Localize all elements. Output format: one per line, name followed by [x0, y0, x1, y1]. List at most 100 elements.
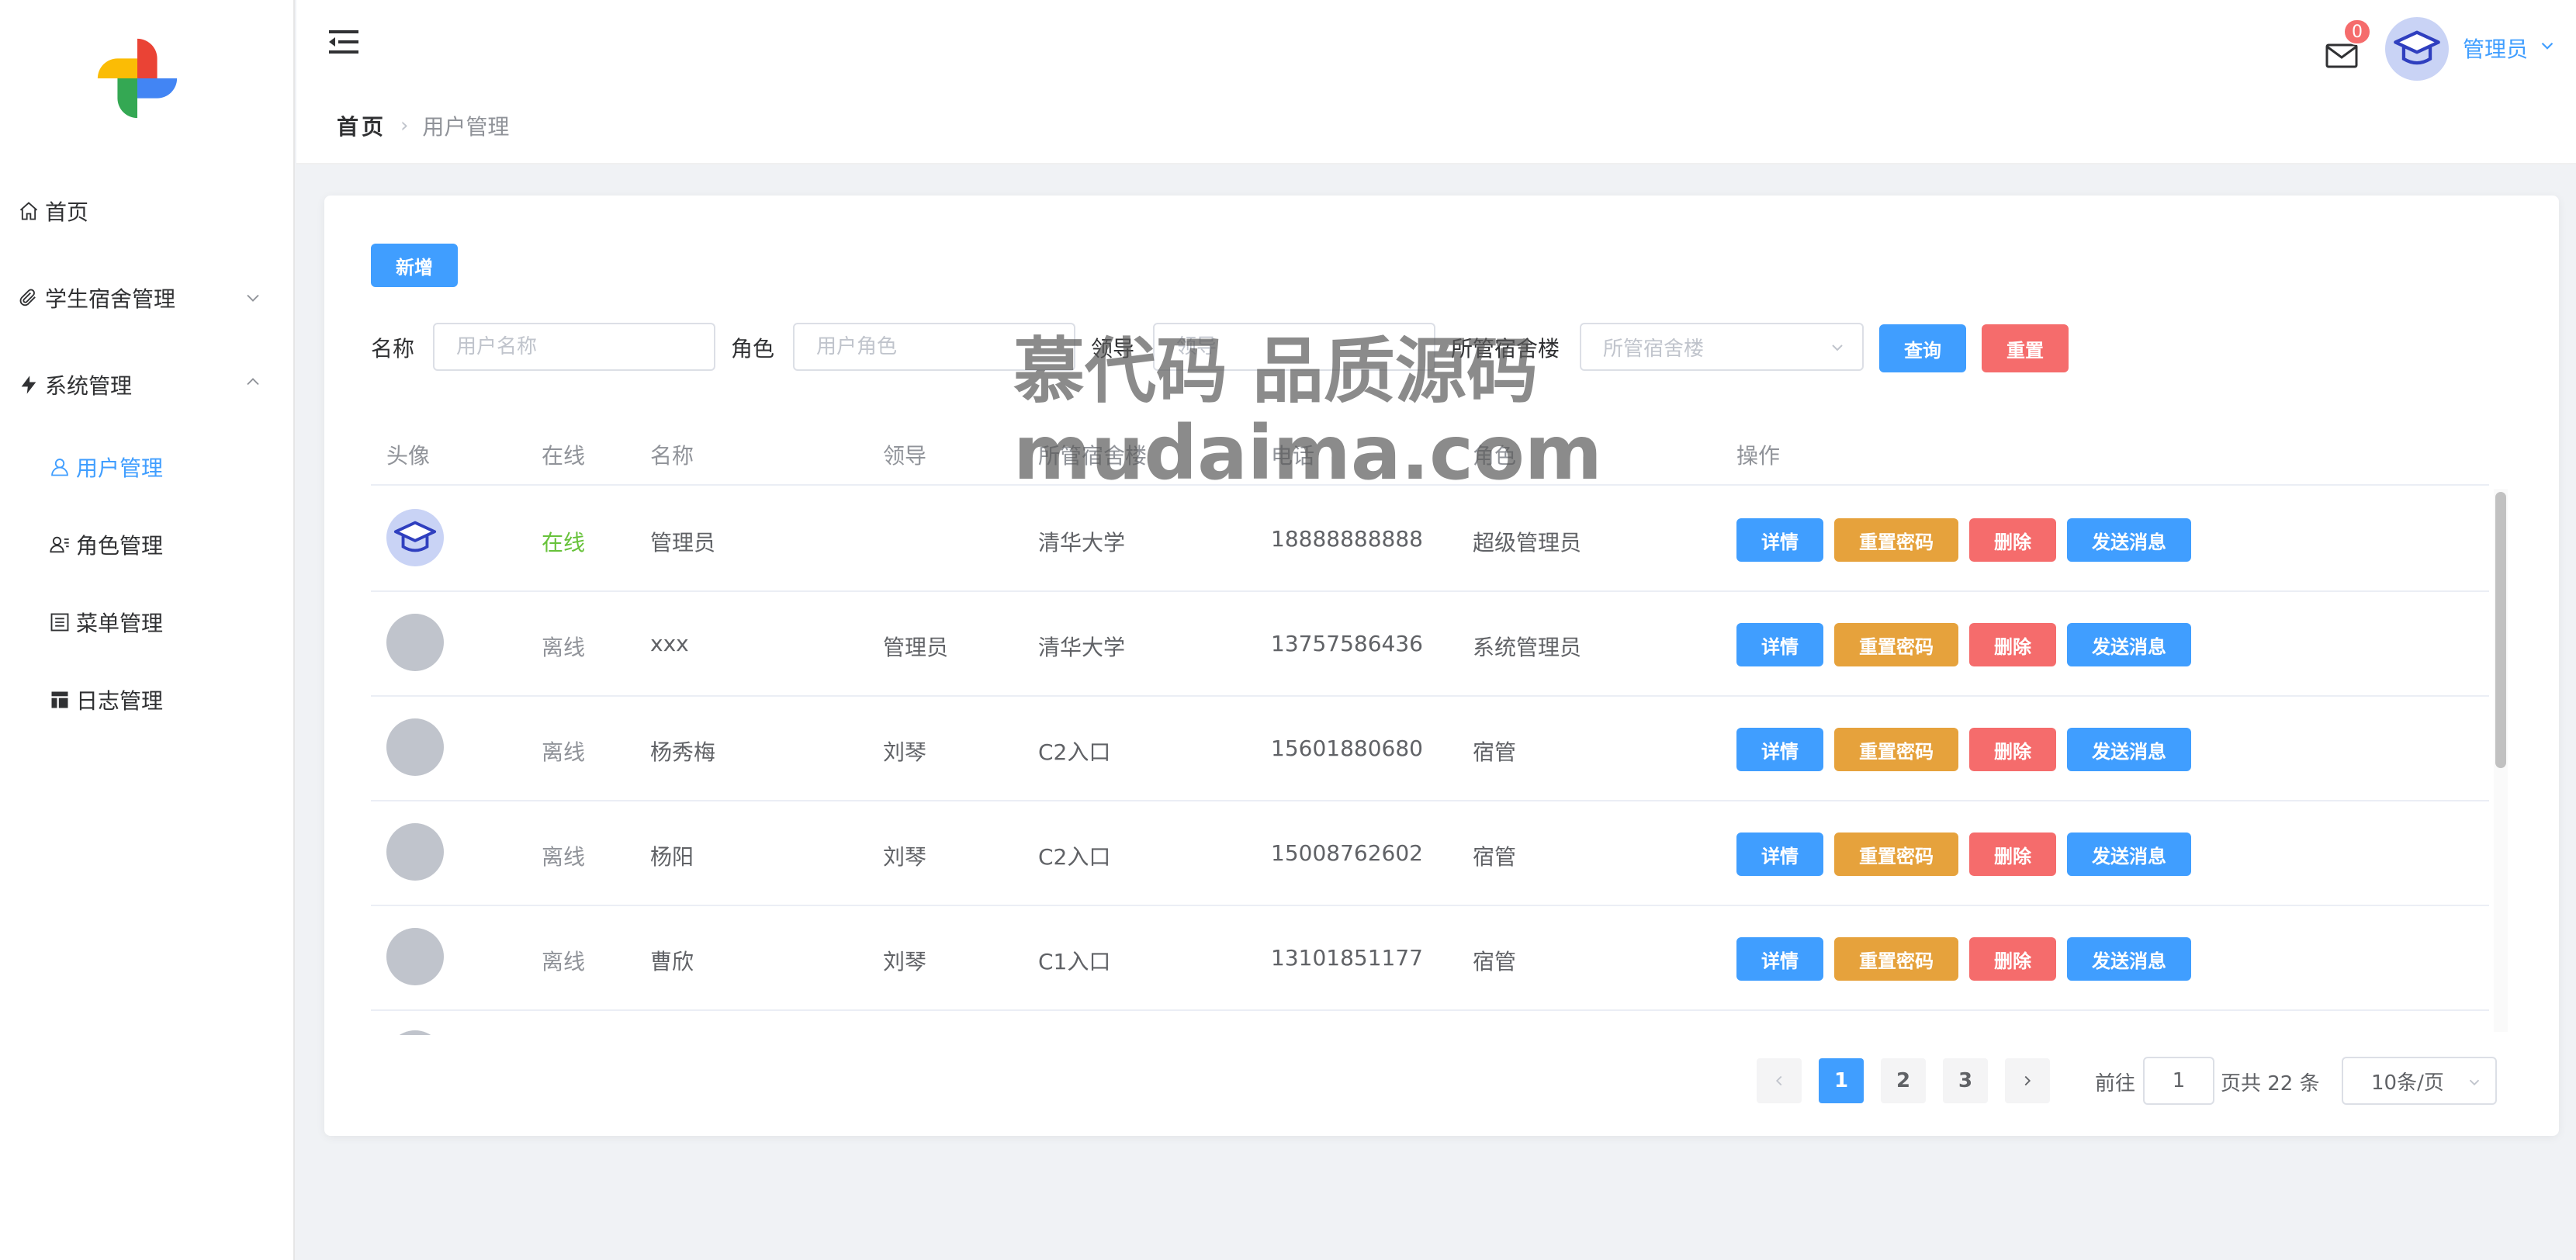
avatar	[386, 614, 444, 671]
role-cell: 超级管理员	[1473, 530, 1582, 556]
building-filter-select[interactable]: 所管宿舍楼	[1580, 323, 1864, 371]
delete-button[interactable]: 删除	[1969, 832, 2056, 876]
reset-password-button[interactable]: 重置密码	[1834, 728, 1958, 771]
leader-filter-input[interactable]	[1153, 323, 1435, 371]
phone-cell: 18888888888	[1271, 526, 1423, 552]
detail-button[interactable]: 详情	[1736, 832, 1823, 876]
message-count-badge: 0	[2343, 19, 2371, 45]
breadcrumb-home[interactable]: 首页	[337, 110, 386, 141]
detail-button[interactable]: 详情	[1736, 518, 1823, 562]
user-name-cell: 曹欣	[650, 949, 694, 974]
detail-button[interactable]: 详情	[1736, 728, 1823, 771]
sidebar-item-users[interactable]: 用户管理	[48, 444, 163, 490]
reset-password-button[interactable]: 重置密码	[1834, 518, 1958, 562]
lightning-icon	[17, 373, 40, 396]
table-scrollbar-thumb[interactable]	[2495, 492, 2506, 768]
sidebar-item-dorm[interactable]: 学生宿舍管理	[17, 275, 175, 321]
name-filter-label: 名称	[371, 336, 415, 362]
breadcrumb: 首页 › 用户管理	[337, 110, 509, 141]
delete-button[interactable]: 删除	[1969, 623, 2056, 666]
prev-page-button[interactable]	[1757, 1058, 1802, 1103]
role-cell: 宿管	[1473, 949, 1517, 974]
user-avatar[interactable]	[2385, 17, 2449, 81]
send-message-button[interactable]: 发送消息	[2067, 937, 2191, 981]
page-button-2[interactable]: 2	[1881, 1058, 1926, 1103]
delete-button[interactable]: 删除	[1969, 518, 2056, 562]
user-name-cell: xxx	[650, 631, 689, 656]
detail-button[interactable]: 详情	[1736, 937, 1823, 981]
table-header: 头像 在线 名称 领导 所管宿舍楼 电话 角色 操作	[371, 424, 2489, 486]
phone-cell: 13757586436	[1271, 631, 1423, 656]
sidebar-item-label: 用户管理	[76, 455, 164, 481]
user-role-icon	[48, 533, 71, 556]
column-header: 所管宿舍楼	[1038, 443, 1148, 469]
role-cell: 宿管	[1473, 739, 1517, 765]
graduation-cap-icon	[2394, 30, 2440, 65]
user-icon	[48, 455, 71, 479]
column-header: 电话	[1271, 443, 1315, 469]
add-button[interactable]: 新增	[371, 244, 458, 287]
chevron-right-icon	[2024, 1075, 2031, 1086]
name-filter-input[interactable]	[433, 323, 715, 371]
breadcrumb-current: 用户管理	[422, 114, 510, 140]
reset-button[interactable]: 重置	[1982, 324, 2069, 372]
avatar	[386, 823, 444, 881]
next-page-button[interactable]	[2005, 1058, 2050, 1103]
sidebar-item-logs[interactable]: 日志管理	[48, 677, 163, 723]
table-row-partial	[371, 1029, 2489, 1035]
menu-toggle-icon[interactable]	[327, 28, 360, 56]
avatar	[386, 509, 444, 566]
leader-cell: 刘琴	[883, 844, 927, 870]
reset-password-button[interactable]: 重置密码	[1834, 937, 1958, 981]
column-header: 名称	[650, 443, 694, 469]
user-name-dropdown[interactable]: 管理员	[2463, 33, 2528, 64]
sidebar-item-roles[interactable]: 角色管理	[48, 521, 163, 568]
send-message-button[interactable]: 发送消息	[2067, 623, 2191, 666]
user-name-cell: 杨秀梅	[650, 739, 716, 765]
page-button-1[interactable]: 1	[1819, 1058, 1864, 1103]
column-header: 在线	[542, 443, 586, 469]
chevron-down-icon	[247, 294, 259, 302]
leader-filter-label: 领导	[1091, 336, 1135, 362]
table-row: 在线 管理员 清华大学 18888888888 超级管理员 详情 重置密码 删除…	[371, 487, 2489, 592]
sidebar-item-system[interactable]: 系统管理	[17, 362, 132, 408]
role-filter-input[interactable]	[793, 323, 1075, 371]
page-size-select[interactable]: 10条/页	[2342, 1057, 2497, 1105]
paperclip-icon	[17, 286, 40, 310]
reset-password-button[interactable]: 重置密码	[1834, 832, 1958, 876]
avatar	[386, 718, 444, 776]
sidebar-item-label: 首页	[45, 199, 89, 225]
delete-button[interactable]: 删除	[1969, 728, 2056, 771]
menu-list-icon	[48, 611, 71, 634]
phone-cell: 13101851177	[1271, 945, 1423, 971]
table-row: 离线 杨阳 刘琴 C2入口 15008762602 宿管 详情 重置密码 删除 …	[371, 801, 2489, 906]
table-log-icon	[48, 688, 71, 711]
reset-password-button[interactable]: 重置密码	[1834, 623, 1958, 666]
user-name-cell: 杨阳	[650, 844, 694, 870]
send-message-button[interactable]: 发送消息	[2067, 518, 2191, 562]
column-header: 领导	[883, 443, 927, 469]
chevron-left-icon	[1775, 1075, 1782, 1086]
page-button-3[interactable]: 3	[1943, 1058, 1988, 1103]
breadcrumb-separator-icon: ›	[400, 114, 409, 137]
chevron-down-icon[interactable]	[2537, 36, 2557, 56]
goto-page-input[interactable]	[2143, 1057, 2214, 1105]
building-filter-placeholder: 所管宿舍楼	[1603, 337, 1705, 361]
phone-cell: 15008762602	[1271, 840, 1423, 866]
sidebar-item-menus[interactable]: 菜单管理	[48, 599, 163, 646]
send-message-button[interactable]: 发送消息	[2067, 832, 2191, 876]
sidebar-item-label: 菜单管理	[76, 611, 164, 636]
page-size-value: 10条/页	[2371, 1071, 2444, 1095]
online-status: 在线	[542, 530, 586, 556]
chevron-down-icon	[1832, 344, 1843, 351]
mail-icon[interactable]	[2325, 42, 2359, 70]
building-cell: C1入口	[1038, 949, 1111, 974]
delete-button[interactable]: 删除	[1969, 937, 2056, 981]
building-cell: 清华大学	[1038, 530, 1126, 556]
search-button[interactable]: 查询	[1879, 324, 1966, 372]
send-message-button[interactable]: 发送消息	[2067, 728, 2191, 771]
role-cell: 宿管	[1473, 844, 1517, 870]
detail-button[interactable]: 详情	[1736, 623, 1823, 666]
role-cell: 系统管理员	[1473, 635, 1582, 660]
sidebar-item-home[interactable]: 首页	[17, 188, 88, 234]
